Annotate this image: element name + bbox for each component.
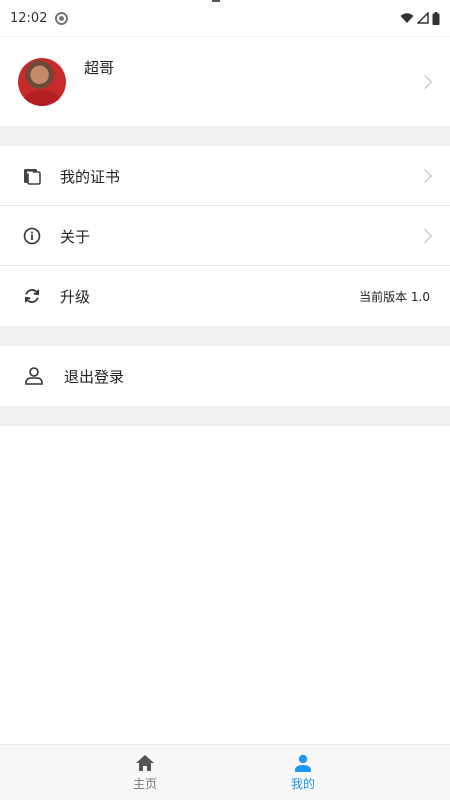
battery-icon <box>432 11 440 25</box>
section-separator <box>0 406 450 426</box>
menu-label-about: 关于 <box>60 227 91 246</box>
current-version: 当前版本 1.0 <box>359 289 430 304</box>
menu-item-logout[interactable]: 退出登录 <box>0 346 450 406</box>
cell-signal-icon <box>417 12 429 24</box>
info-icon <box>22 226 42 246</box>
menu-item-certificates[interactable]: 我的证书 <box>0 146 450 206</box>
status-time: 12:02 <box>10 10 48 26</box>
wifi-icon <box>400 13 414 23</box>
chevron-right-icon <box>417 74 433 89</box>
nav-label-home: 主页 <box>132 777 157 791</box>
section-separator <box>0 126 450 146</box>
chevron-right-icon <box>417 168 433 184</box>
do-not-disturb-icon <box>55 11 69 25</box>
menu-label-certificates: 我的证书 <box>60 167 121 186</box>
status-bar: 12:02 <box>0 0 450 36</box>
menu-label-upgrade: 升级 <box>60 287 91 306</box>
menu-item-upgrade[interactable]: 升级 当前版本 1.0 <box>0 266 450 326</box>
chevron-right-icon <box>417 228 433 244</box>
nav-label-me: 我的 <box>290 777 315 791</box>
camera-notch <box>212 0 220 2</box>
refresh-icon <box>22 286 42 306</box>
menu-item-about[interactable]: 关于 <box>0 206 450 266</box>
user-icon <box>24 366 44 386</box>
section-separator <box>0 326 450 346</box>
profile-name: 超哥 <box>84 59 115 77</box>
bottom-nav: 主页 我的 <box>0 744 450 800</box>
person-icon <box>295 754 311 772</box>
profile-row[interactable]: 超哥 <box>0 36 450 126</box>
certificate-icon <box>22 166 42 186</box>
home-icon <box>136 755 154 771</box>
avatar[interactable] <box>18 57 66 106</box>
menu-label-logout: 退出登录 <box>64 367 125 386</box>
nav-tab-home[interactable]: 主页 <box>105 745 185 800</box>
nav-tab-me[interactable]: 我的 <box>263 745 343 800</box>
